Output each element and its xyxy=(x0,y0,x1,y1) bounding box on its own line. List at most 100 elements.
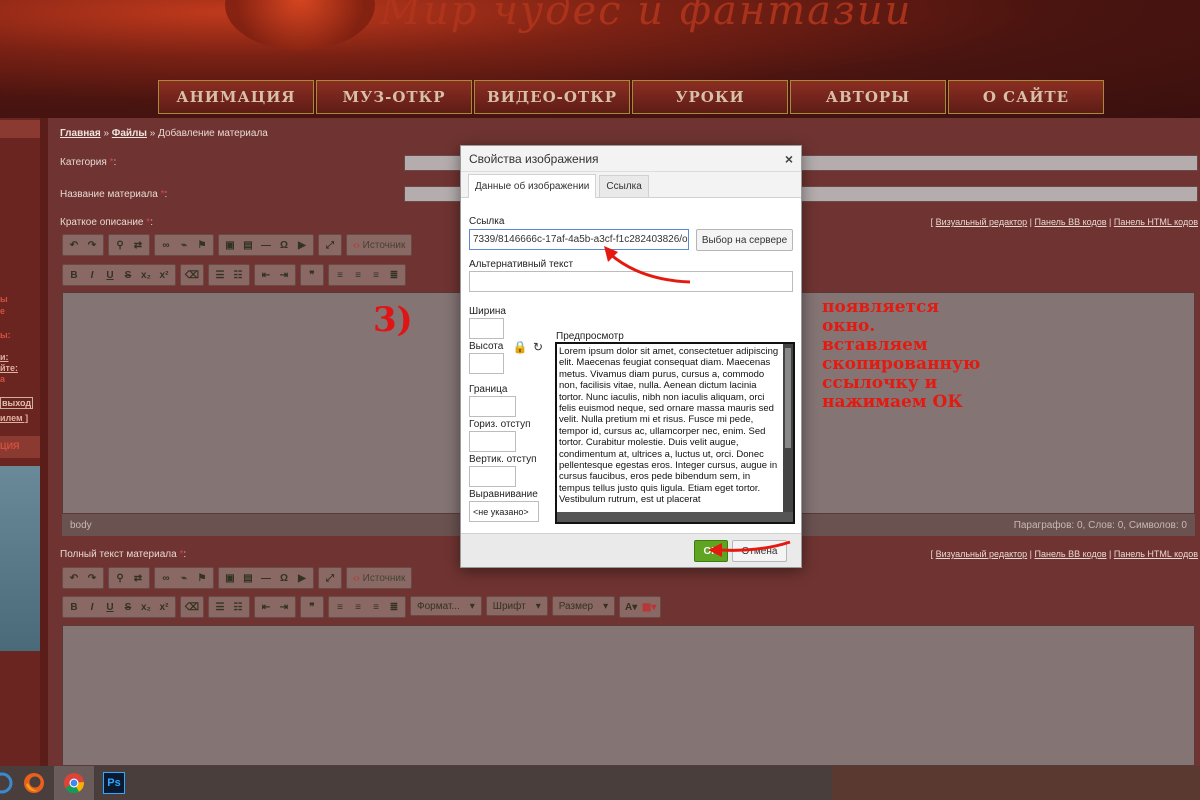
maximize-icon[interactable]: ⤢ xyxy=(322,237,338,253)
table-icon[interactable]: ▤ xyxy=(240,570,256,586)
firefox-icon[interactable] xyxy=(14,766,54,800)
align-justify-icon[interactable]: ≣ xyxy=(386,267,402,283)
nav-about[interactable]: О САЙТЕ xyxy=(948,80,1104,114)
preview-hscrollbar[interactable] xyxy=(557,512,793,522)
source-button[interactable]: ‹› Источник xyxy=(350,570,408,586)
width-input[interactable] xyxy=(469,318,504,339)
redo-icon[interactable]: ↷ xyxy=(84,570,100,586)
video-icon[interactable]: ▶ xyxy=(294,570,310,586)
ordered-list-icon[interactable]: ☰ xyxy=(212,267,228,283)
align-left-icon[interactable]: ≡ xyxy=(332,599,348,615)
nav-authors[interactable]: АВТОРЫ xyxy=(790,80,946,114)
align-right-icon[interactable]: ≡ xyxy=(368,599,384,615)
ordered-list-icon[interactable]: ☰ xyxy=(212,599,228,615)
align-select[interactable]: <не указано> xyxy=(469,501,539,522)
link-icon[interactable]: ∞ xyxy=(158,570,174,586)
bb-codes-link[interactable]: Панель BB кодов xyxy=(1035,549,1107,559)
ie-icon[interactable] xyxy=(0,766,14,800)
font-dropdown[interactable]: Шрифт ▾ xyxy=(485,596,548,616)
clear-format-icon[interactable]: ⌫ xyxy=(184,599,200,615)
subscript-icon[interactable]: x₂ xyxy=(138,599,154,615)
image-icon[interactable]: ▣ xyxy=(222,570,238,586)
dialog-titlebar[interactable]: Свойства изображения × xyxy=(461,146,801,172)
photoshop-icon[interactable]: Ps xyxy=(94,766,134,800)
cancel-button[interactable]: Отмена xyxy=(732,540,787,562)
scrollbar-thumb[interactable] xyxy=(785,348,791,448)
subscript-icon[interactable]: x₂ xyxy=(138,267,154,283)
align-right-icon[interactable]: ≡ xyxy=(368,267,384,283)
undo-icon[interactable]: ↶ xyxy=(66,570,82,586)
alt-text-input[interactable] xyxy=(469,271,793,292)
superscript-icon[interactable]: x² xyxy=(156,267,172,283)
clear-format-icon[interactable]: ⌫ xyxy=(184,267,200,283)
align-center-icon[interactable]: ≡ xyxy=(350,267,366,283)
unlink-icon[interactable]: ⌁ xyxy=(176,570,192,586)
anchor-icon[interactable]: ⚑ xyxy=(194,237,210,253)
undo-icon[interactable]: ↶ xyxy=(66,237,82,253)
italic-icon[interactable]: I xyxy=(84,599,100,615)
lock-icon[interactable]: 🔒 xyxy=(513,340,528,354)
nav-video-cards[interactable]: ВИДЕО-ОТКР xyxy=(474,80,630,114)
chrome-icon[interactable] xyxy=(54,766,94,800)
strike-icon[interactable]: S xyxy=(120,599,136,615)
replace-icon[interactable]: ⇄ xyxy=(130,237,146,253)
align-left-icon[interactable]: ≡ xyxy=(332,267,348,283)
anchor-icon[interactable]: ⚑ xyxy=(194,570,210,586)
html-codes-link[interactable]: Панель HTML кодов xyxy=(1114,217,1198,227)
outdent-icon[interactable]: ⇤ xyxy=(258,599,274,615)
breadcrumb-home[interactable]: Главная xyxy=(60,128,101,139)
nav-music-cards[interactable]: МУЗ-ОТКР xyxy=(316,80,472,114)
source-button[interactable]: ‹› Источник xyxy=(350,237,408,253)
height-input[interactable] xyxy=(469,353,504,374)
strike-icon[interactable]: S xyxy=(120,267,136,283)
sidebar-logout[interactable]: выход xyxy=(0,397,34,409)
html-codes-link[interactable]: Панель HTML кодов xyxy=(1114,549,1198,559)
find-icon[interactable]: ⚲ xyxy=(112,570,128,586)
italic-icon[interactable]: I xyxy=(84,267,100,283)
preview-scrollbar[interactable] xyxy=(783,344,793,522)
tab-image-info[interactable]: Данные об изображении xyxy=(468,174,597,198)
bullet-list-icon[interactable]: ☷ xyxy=(230,267,246,283)
ok-button[interactable]: OK xyxy=(694,540,728,562)
superscript-icon[interactable]: x² xyxy=(156,599,172,615)
indent-icon[interactable]: ⇥ xyxy=(276,599,292,615)
nav-animation[interactable]: АНИМАЦИЯ xyxy=(158,80,314,114)
visual-editor-link[interactable]: Визуальный редактор xyxy=(936,549,1028,559)
indent-icon[interactable]: ⇥ xyxy=(276,267,292,283)
blockquote-icon[interactable]: ❞ xyxy=(304,267,320,283)
table-grid-icon[interactable]: ▦▾ xyxy=(641,599,657,615)
tab-link[interactable]: Ссылка xyxy=(599,175,649,197)
text-color-icon[interactable]: A▾ xyxy=(623,599,639,615)
underline-icon[interactable]: U xyxy=(102,267,118,283)
visual-editor-link[interactable]: Визуальный редактор xyxy=(936,217,1028,227)
hspace-input[interactable] xyxy=(469,431,516,452)
breadcrumb-files[interactable]: Файлы xyxy=(112,128,147,139)
full-text-editor[interactable] xyxy=(62,625,1195,766)
sidebar-link[interactable]: и: xyxy=(0,352,9,362)
close-icon[interactable]: × xyxy=(785,151,793,167)
replace-icon[interactable]: ⇄ xyxy=(130,570,146,586)
table-icon[interactable]: ▤ xyxy=(240,237,256,253)
outdent-icon[interactable]: ⇤ xyxy=(258,267,274,283)
sidebar-link[interactable]: илем ] xyxy=(0,413,28,423)
browse-server-button[interactable]: Выбор на сервере xyxy=(696,229,793,251)
find-icon[interactable]: ⚲ xyxy=(112,237,128,253)
special-char-icon[interactable]: Ω xyxy=(276,237,292,253)
align-justify-icon[interactable]: ≣ xyxy=(386,599,402,615)
image-icon[interactable]: ▣ xyxy=(222,237,238,253)
hr-icon[interactable]: ― xyxy=(258,570,274,586)
blockquote-icon[interactable]: ❞ xyxy=(304,599,320,615)
nav-lessons[interactable]: УРОКИ xyxy=(632,80,788,114)
align-center-icon[interactable]: ≡ xyxy=(350,599,366,615)
special-char-icon[interactable]: Ω xyxy=(276,570,292,586)
sidebar-link[interactable]: йте: xyxy=(0,363,18,373)
maximize-icon[interactable]: ⤢ xyxy=(322,570,338,586)
vspace-input[interactable] xyxy=(469,466,516,487)
bold-icon[interactable]: B xyxy=(66,267,82,283)
reset-size-icon[interactable]: ↻ xyxy=(531,340,545,354)
border-input[interactable] xyxy=(469,396,516,417)
size-dropdown[interactable]: Размер ▾ xyxy=(551,596,616,616)
video-icon[interactable]: ▶ xyxy=(294,237,310,253)
link-icon[interactable]: ∞ xyxy=(158,237,174,253)
format-dropdown[interactable]: Формат... ▾ xyxy=(410,596,482,616)
